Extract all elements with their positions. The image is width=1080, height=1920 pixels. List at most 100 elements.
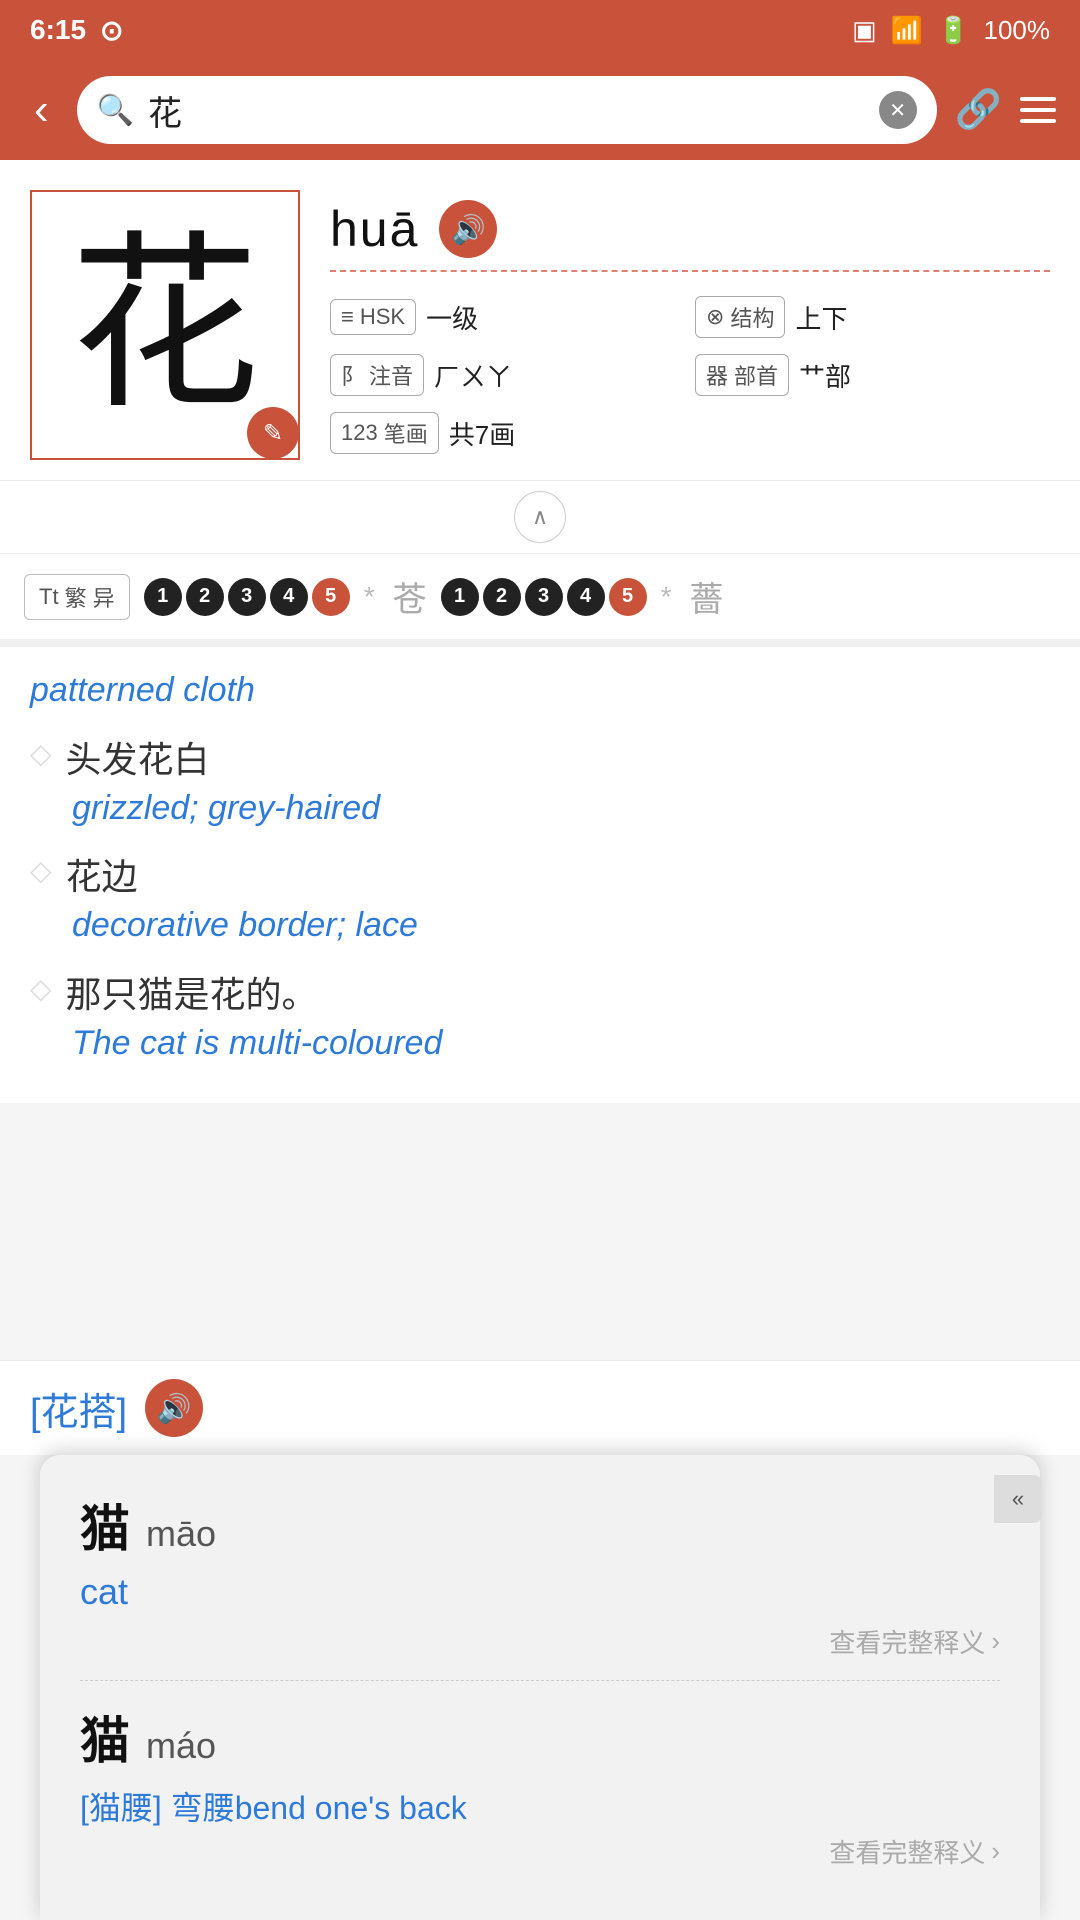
def-phrase-2: ◇ 花边 [30, 848, 1050, 900]
notification-icon: ⊙ [100, 14, 123, 47]
pronunciation-badge: 阝 注音 [330, 354, 424, 396]
structure-label: 结构 [730, 301, 774, 333]
chinese-phrase-2: 花边 [66, 848, 138, 900]
pron-icon: 阝 [341, 359, 363, 391]
chinese-phrase-1: 头发花白 [66, 731, 210, 783]
search-input[interactable] [148, 91, 865, 130]
popup-link-arrow-1: › [991, 1836, 1000, 1867]
popup-box: « 猫 māo cat 查看完整释义 › 猫 máo [猫腰] 弯腰bend o… [40, 1455, 1040, 1920]
battery-level: 100% [984, 15, 1051, 46]
variant2-circle-4[interactable]: 4 [567, 578, 605, 616]
english-def-3: The cat is multi-coloured [72, 1020, 1050, 1068]
edit-button[interactable]: ✎ [247, 407, 299, 459]
popup-link-1[interactable]: 查看完整释义 › [80, 1833, 1000, 1870]
time-display: 6:15 [30, 14, 86, 46]
battery-icon: 🔋 [937, 15, 969, 46]
status-left: 6:15 ⊙ [30, 14, 124, 47]
popup-example-bracket-1: [猫腰] [80, 1790, 162, 1826]
popup-example-text-1: 弯腰bend one's back [171, 1790, 467, 1826]
back-button[interactable]: ‹ [24, 85, 59, 135]
pronunciation-value: ㄏㄨㄚ [434, 357, 512, 394]
popup-example-1: [猫腰] 弯腰bend one's back [80, 1783, 1000, 1829]
menu-line-1 [1020, 97, 1056, 101]
hsk-level: 一级 [426, 299, 478, 336]
radical-badge: 器 部首 [695, 354, 789, 396]
audio-button[interactable]: 🔊 [439, 200, 497, 258]
popup-char-row-0: 猫 māo [80, 1489, 1000, 1561]
character-card: 花 ✎ huā 🔊 ≡ HSK 一级 ⊗ 结构 上下 [0, 160, 1080, 480]
collapse-button[interactable]: ∧ [514, 491, 566, 543]
menu-button[interactable] [1020, 97, 1056, 123]
status-right: ▣ 📶 🔋 100% [852, 15, 1050, 46]
app-header: ‹ 🔍 ✕ 🔗 [0, 60, 1080, 160]
radical-icon: 器 [706, 359, 728, 391]
popup-pinyin-0: māo [146, 1513, 216, 1555]
strokes-badge: 123 笔画 [330, 412, 439, 454]
variant2-circles: 1 2 3 4 5 [441, 578, 647, 616]
variant2-char: 薔 [690, 572, 724, 621]
variant1-circle-5[interactable]: 5 [312, 578, 350, 616]
strokes-value: 共7画 [449, 415, 515, 452]
radical-item: 器 部首 艹部 [695, 354, 1050, 396]
popup-entry-0: 猫 māo cat 查看完整释义 › [80, 1489, 1000, 1681]
variant1-circle-2[interactable]: 2 [186, 578, 224, 616]
definition-entry-2: ◇ 花边 decorative border; lace [30, 848, 1050, 950]
pinyin-row: huā 🔊 [330, 200, 1050, 272]
popup-entry-1: 猫 máo [猫腰] 弯腰bend one's back 查看完整释义 › [80, 1701, 1000, 1890]
bottom-audio-button[interactable]: 🔊 [145, 1379, 203, 1437]
pron-label: 注音 [369, 359, 413, 391]
english-def-2: decorative border; lace [72, 902, 1050, 950]
bottom-phrase: [花搭] [30, 1381, 127, 1436]
clear-button[interactable]: ✕ [879, 91, 917, 129]
variant1-char: 苍 [393, 572, 427, 621]
popup-link-text-0: 查看完整释义 [829, 1623, 985, 1660]
definition-entry-1: ◇ 头发花白 grizzled; grey-haired [30, 731, 1050, 833]
popup-overlay: [花搭] 🔊 « 猫 māo cat 查看完整释义 › 猫 máo [猫腰] [0, 1360, 1080, 1920]
variant2-circle-5[interactable]: 5 [609, 578, 647, 616]
character-info: huā 🔊 ≡ HSK 一级 ⊗ 结构 上下 阝 注音 [330, 190, 1050, 460]
definitions-section: patterned cloth ◇ 头发花白 grizzled; grey-ha… [0, 639, 1080, 1103]
vibrate-icon: ▣ [852, 15, 877, 46]
variant1-circle-1[interactable]: 1 [144, 578, 182, 616]
variant1-circle-4[interactable]: 4 [270, 578, 308, 616]
font-label: Tt 繁 异 [24, 574, 130, 620]
definition-entry-3: ◇ 那只猫是花的。 The cat is multi-coloured [30, 966, 1050, 1068]
radical-value: 艹部 [799, 357, 851, 394]
variant2-circle-1[interactable]: 1 [441, 578, 479, 616]
character-box: 花 ✎ [30, 190, 300, 460]
wifi-icon: 📶 [891, 15, 923, 46]
hsk-icon: ≡ [341, 304, 354, 330]
hsk-item: ≡ HSK 一级 [330, 296, 685, 338]
strokes-item: 123 笔画 共7画 [330, 412, 685, 454]
main-character: 花 [70, 230, 260, 420]
popup-pinyin-1: máo [146, 1725, 216, 1767]
popup-char-row-1: 猫 máo [80, 1701, 1000, 1773]
search-bar-container: 🔍 ✕ [77, 76, 937, 144]
structure-item: ⊗ 结构 上下 [695, 296, 1050, 338]
hsk-label: HSK [360, 304, 405, 330]
status-bar: 6:15 ⊙ ▣ 📶 🔋 100% [0, 0, 1080, 60]
popup-char-1: 猫 [80, 1701, 130, 1773]
popup-link-arrow-0: › [991, 1626, 1000, 1657]
def-phrase-1: ◇ 头发花白 [30, 731, 1050, 783]
diamond-icon-2: ◇ [30, 854, 52, 887]
font-variants-row: Tt 繁 异 1 2 3 4 5 * 苍 1 2 3 4 5 * 薔 [0, 553, 1080, 639]
pronunciation-item: 阝 注音 ㄏㄨㄚ [330, 354, 685, 396]
font-tt-icon: Tt [39, 584, 59, 610]
strokes-label: 笔画 [384, 417, 428, 449]
variant2-circle-3[interactable]: 3 [525, 578, 563, 616]
variant1-circles: 1 2 3 4 5 [144, 578, 350, 616]
popup-meaning-0: cat [80, 1571, 1000, 1613]
link-icon[interactable]: 🔗 [955, 88, 1002, 132]
search-icon: 🔍 [97, 93, 134, 128]
radical-label: 部首 [734, 359, 778, 391]
variant2-circle-2[interactable]: 2 [483, 578, 521, 616]
chinese-phrase-3: 那只猫是花的。 [66, 966, 318, 1018]
popup-char-0: 猫 [80, 1489, 130, 1561]
variant1-circle-3[interactable]: 3 [228, 578, 266, 616]
popup-link-0[interactable]: 查看完整释义 › [80, 1623, 1000, 1660]
collapse-handle: ∧ [0, 480, 1080, 553]
popup-collapse-button[interactable]: « [994, 1475, 1042, 1523]
diamond-icon-3: ◇ [30, 972, 52, 1005]
font-label-text: 繁 异 [65, 581, 115, 613]
